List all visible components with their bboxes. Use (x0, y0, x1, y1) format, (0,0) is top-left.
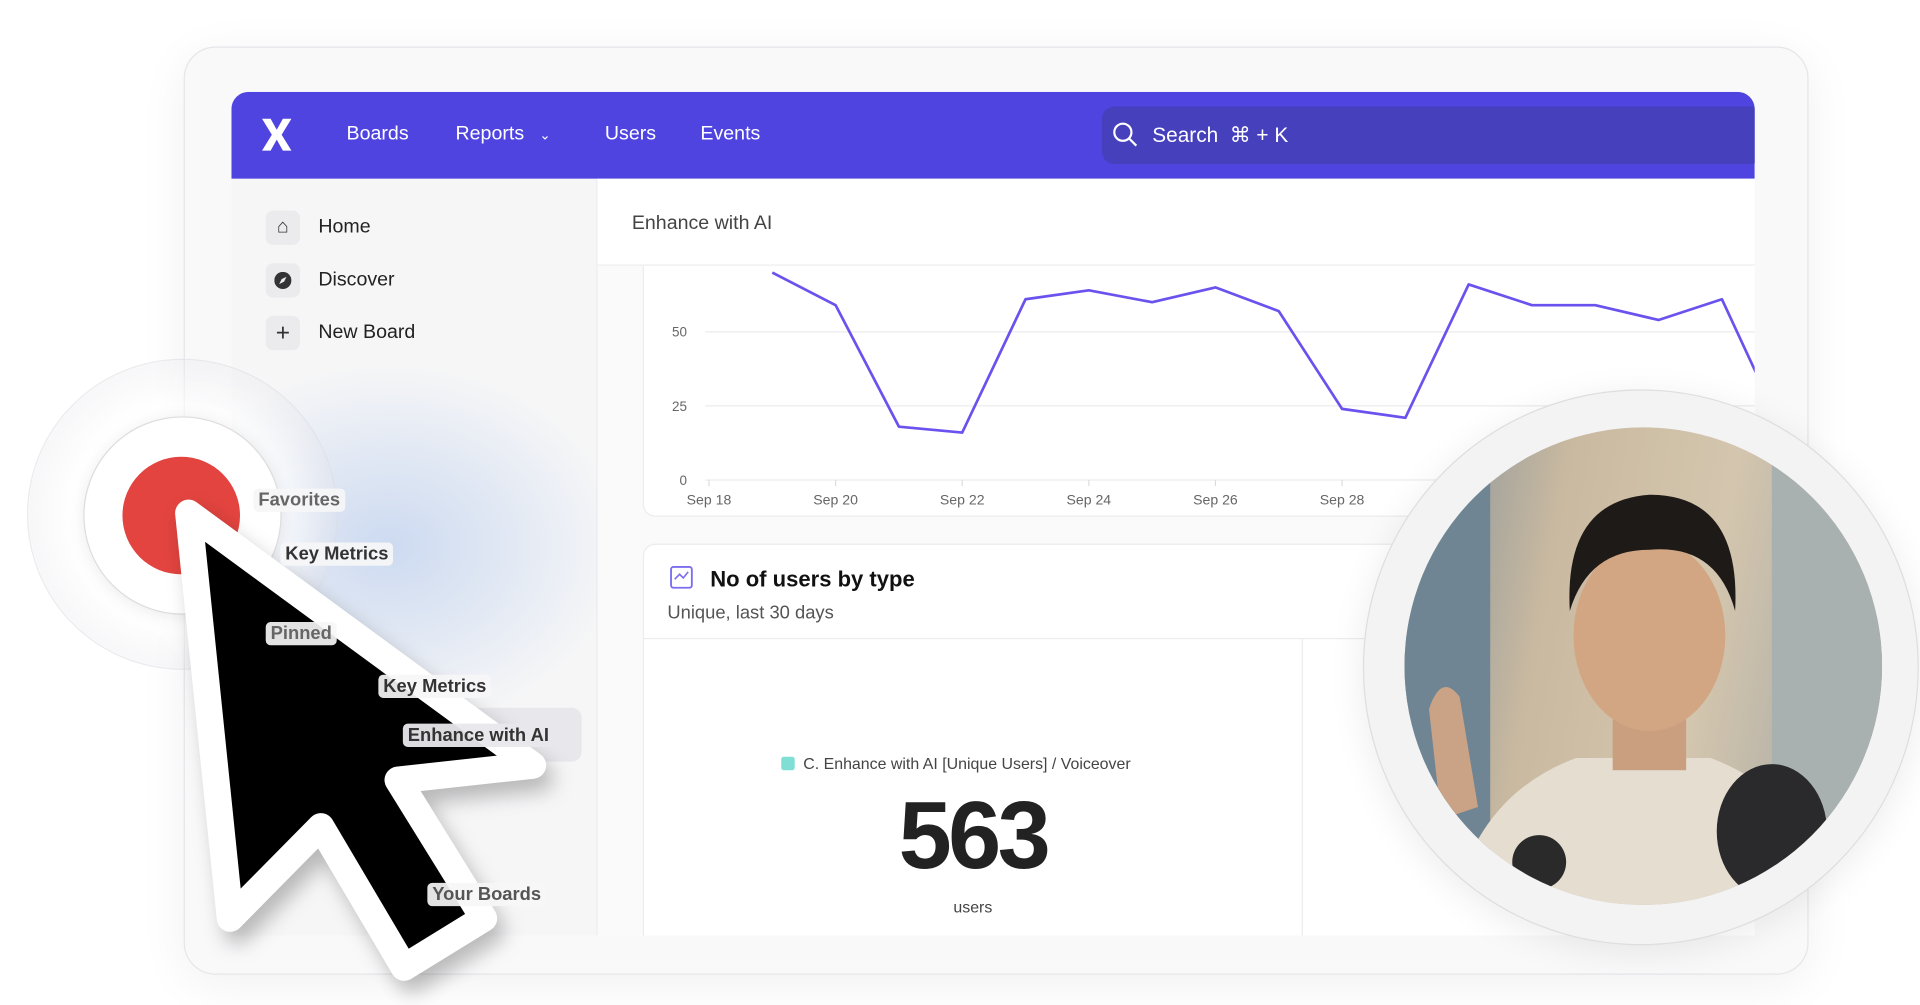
record-button[interactable] (122, 456, 241, 575)
sidebar-item-home[interactable]: ⌂ Home (265, 209, 371, 246)
metric-value: 563 (898, 781, 1051, 889)
boards-heading: Your Boards (427, 882, 547, 907)
legend-swatch (781, 756, 795, 771)
pinned-heading: Pinned (265, 622, 337, 646)
search-input[interactable]: Search ⌘ + K (1102, 106, 1755, 165)
x-logo-icon[interactable] (258, 116, 295, 153)
board-title: Enhance with AI (631, 213, 773, 234)
x-tick-label: Sep 26 (1193, 491, 1238, 507)
pinned-key-metrics[interactable]: Key Metrics (378, 674, 492, 698)
y-tick-label: 25 (672, 399, 687, 414)
favorite-key-metrics[interactable]: Key Metrics (280, 542, 394, 566)
x-tick-label: Sep 20 (813, 491, 858, 507)
sidebar-item-label: New Board (318, 322, 416, 343)
nav-events[interactable]: Events (700, 124, 760, 146)
nav-users[interactable]: Users (605, 124, 656, 146)
y-tick-label: 0 (679, 473, 686, 488)
x-tick-label: Sep 24 (1067, 491, 1112, 507)
sidebar-item-label: Discover (318, 269, 395, 291)
search-icon (1113, 122, 1138, 147)
webcam-avatar (1404, 427, 1883, 905)
card-title[interactable]: No of users by type (710, 567, 915, 593)
search-shortcut: ⌘ + K (1229, 123, 1289, 147)
compass-icon (265, 263, 301, 298)
top-nav: Boards Reports ⌄ Users Events Search ⌘ +… (231, 91, 1755, 179)
x-tick-label: Sep 18 (687, 491, 732, 507)
sidebar-item-discover[interactable]: Discover (265, 262, 395, 299)
sidebar-item-label[interactable]: Enhance with AI (402, 723, 554, 747)
plus-icon: + (265, 315, 301, 351)
x-tick-label: Sep 22 (940, 491, 985, 507)
card-subtitle: Unique, last 30 days (667, 602, 834, 624)
sidebar: ⌂ Home Discover + New Board Favorites Key … (231, 178, 624, 936)
nav-reports-label: Reports (455, 123, 525, 145)
favorites-heading: Favorites (253, 488, 345, 512)
search-placeholder: Search (1152, 123, 1219, 147)
sidebar-item-new-board[interactable]: + New Board (265, 315, 416, 352)
x-tick-label: Sep 28 (1320, 491, 1365, 507)
nav-boards[interactable]: Boards (347, 124, 409, 146)
person-image (1404, 427, 1883, 905)
line-chart-icon (670, 566, 693, 589)
chevron-down-icon: ⌄ (539, 128, 551, 144)
divider (1301, 639, 1303, 936)
metric-unit: users (953, 897, 993, 916)
sidebar-item-label: Home (318, 216, 371, 238)
y-tick-label: 50 (672, 325, 687, 340)
home-icon: ⌂ (265, 210, 301, 245)
legend-item: C. Enhance with AI [Unique Users] / Voic… (781, 754, 1131, 773)
legend-label: C. Enhance with AI [Unique Users] / Voic… (803, 754, 1131, 773)
board-header: Enhance with AI (597, 178, 1755, 266)
nav-reports[interactable]: Reports ⌄ (456, 124, 551, 146)
